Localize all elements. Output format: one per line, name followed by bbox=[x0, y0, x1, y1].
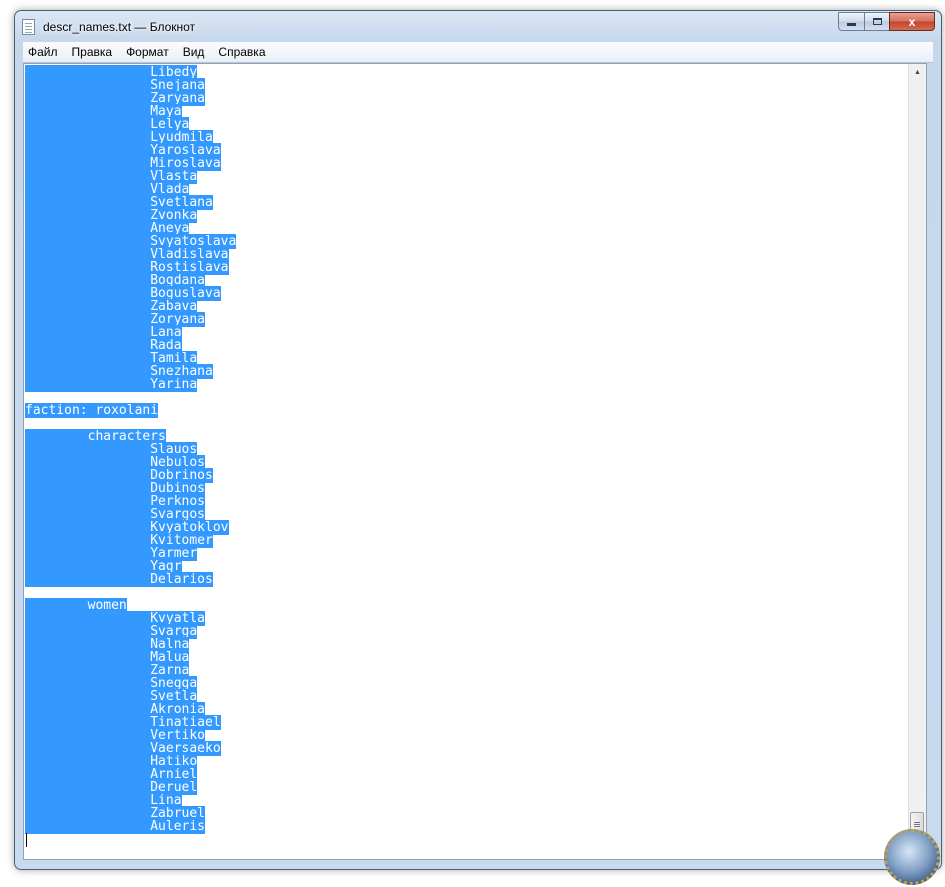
selected-text: Auleris bbox=[25, 819, 206, 834]
menu-view[interactable]: Вид bbox=[176, 42, 212, 62]
text-caret bbox=[26, 833, 27, 847]
text-line: Yarina bbox=[25, 377, 236, 392]
selected-text: faction: roxolani bbox=[25, 403, 159, 418]
emblem-watermark bbox=[884, 829, 940, 885]
window-title: descr_names.txt — Блокнот bbox=[43, 20, 196, 34]
caption-buttons: x bbox=[838, 12, 935, 31]
notepad-window: descr_names.txt — Блокнот x Файл Правка … bbox=[14, 10, 942, 870]
text-line: faction: roxolani bbox=[25, 403, 236, 418]
minimize-icon bbox=[847, 23, 856, 26]
chevron-up-icon: ▲ bbox=[914, 69, 921, 76]
text-line: Auleris bbox=[25, 819, 236, 834]
vertical-scrollbar[interactable]: ▲ bbox=[908, 64, 926, 857]
text-line: Delarios bbox=[25, 572, 236, 587]
menu-edit[interactable]: Правка bbox=[65, 42, 120, 62]
close-icon: x bbox=[908, 14, 916, 29]
text-lines: Libedy Snejana Zaryana Maya Lelya Lyudmi… bbox=[25, 65, 237, 834]
maximize-button[interactable] bbox=[864, 12, 889, 31]
menu-bar: Файл Правка Формат Вид Справка bbox=[23, 42, 933, 63]
menu-file[interactable]: Файл bbox=[23, 42, 65, 62]
scroll-up-button[interactable]: ▲ bbox=[909, 64, 926, 81]
text-editor[interactable]: Libedy Snejana Zaryana Maya Lelya Lyudmi… bbox=[25, 65, 902, 858]
selected-text: Delarios bbox=[25, 572, 213, 587]
notepad-icon[interactable] bbox=[22, 19, 35, 35]
maximize-icon bbox=[872, 18, 882, 25]
close-button[interactable]: x bbox=[889, 12, 935, 31]
menu-help[interactable]: Справка bbox=[211, 42, 272, 62]
menu-format[interactable]: Формат bbox=[119, 42, 176, 62]
title-bar[interactable]: descr_names.txt — Блокнот x bbox=[15, 11, 941, 43]
selected-text: Yarina bbox=[25, 377, 198, 392]
minimize-button[interactable] bbox=[838, 12, 864, 31]
text-area-frame: Libedy Snejana Zaryana Maya Lelya Lyudmi… bbox=[23, 63, 927, 860]
